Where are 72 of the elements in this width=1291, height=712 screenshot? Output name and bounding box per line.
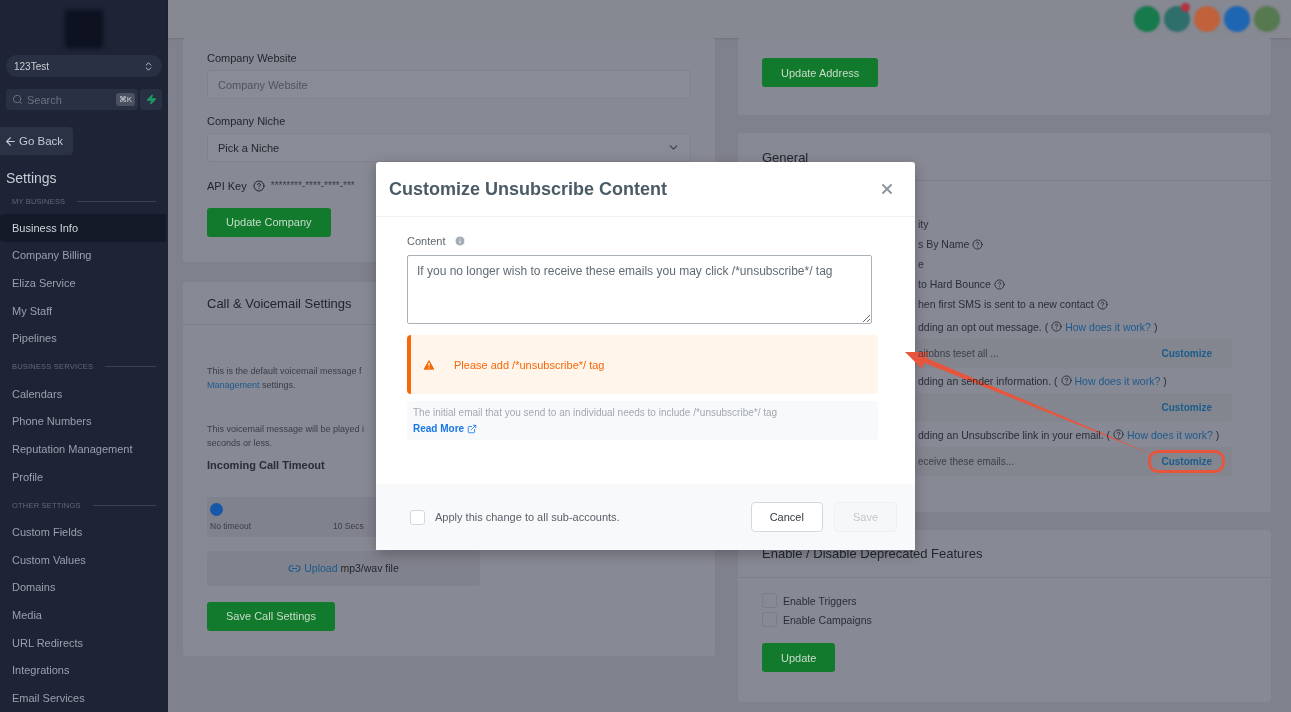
upload-text: Upload mp3/wav file <box>304 562 399 575</box>
niche-select[interactable]: Pick a Niche <box>207 133 691 162</box>
sidebar-item[interactable]: Eliza Service <box>0 269 166 297</box>
avatar[interactable] <box>1134 6 1160 32</box>
option-text: ) <box>1215 428 1220 441</box>
account-switcher[interactable]: 123Test <box>6 55 162 77</box>
info-icon <box>453 235 466 247</box>
sidebar-title: Settings <box>6 170 58 186</box>
checkbox-label: Enable Campaigns <box>783 613 872 626</box>
slider-mark: 10 Secs <box>333 520 365 531</box>
sidebar-item[interactable]: Custom Values <box>0 545 166 574</box>
close-icon[interactable] <box>879 181 895 197</box>
avatar[interactable] <box>1164 6 1190 32</box>
avatar[interactable] <box>1254 6 1280 32</box>
update-button[interactable]: Update <box>762 643 836 672</box>
read-more-link[interactable]: Read More <box>413 423 478 434</box>
option-text: e <box>918 258 924 270</box>
external-link-icon <box>467 423 478 434</box>
sidebar-item[interactable]: My Staff <box>0 296 166 325</box>
field-label: API Key <box>207 179 247 192</box>
option-text: dding an opt out message. ( <box>918 320 1049 333</box>
api-key-value: ********-****-****-*** <box>270 179 355 193</box>
option-text: ) <box>1163 374 1167 387</box>
voicemail-note: This is the default voicemail message f Management settings. <box>207 365 362 392</box>
warning-text: Please add /*unsubscribe*/ tag <box>454 358 605 371</box>
sidebar-item[interactable]: Phone Numbers <box>0 407 166 436</box>
sidebar-item[interactable]: Email Services <box>0 683 166 712</box>
lightning-icon <box>145 94 157 105</box>
field-label: Content <box>407 235 446 247</box>
chevron-icon <box>143 60 154 72</box>
field-label: Company Website <box>207 52 298 64</box>
avatar[interactable] <box>1224 6 1250 32</box>
cancel-button[interactable]: Cancel <box>750 502 823 532</box>
field-label: Incoming Call Timeout <box>207 458 326 471</box>
avatar[interactable] <box>1194 6 1220 32</box>
slider-mark: No timeout <box>210 520 253 531</box>
update-address-button[interactable]: Update Address <box>762 58 879 87</box>
warning-icon <box>422 357 436 372</box>
option-text: ) <box>1153 320 1158 333</box>
sidebar-item[interactable]: Media <box>0 601 166 629</box>
dialog-title: Customize Unsubscribe Content <box>389 178 668 200</box>
sidebar-item[interactable]: Pipelines <box>0 324 166 352</box>
upload-area[interactable]: Upload mp3/wav file <box>207 550 480 586</box>
sidebar-item[interactable]: Custom Fields <box>0 518 166 546</box>
slider-thumb[interactable] <box>210 502 223 516</box>
save-call-settings-button[interactable]: Save Call Settings <box>207 601 335 631</box>
card-title: General <box>762 150 809 165</box>
sidebar-item[interactable]: Company Billing <box>0 241 166 270</box>
shortcut-key: ⌘K <box>115 93 135 106</box>
content-field[interactable]: If you no longer wish to receive these emails you may click /*unsubscribe*/ tag <box>407 255 872 324</box>
field-label: Company Niche <box>207 115 287 127</box>
checkbox-label: Enable Triggers <box>783 594 857 607</box>
sidebar-item[interactable]: Business Info <box>0 214 166 242</box>
sidebar-item[interactable]: URL Redirects <box>0 628 166 657</box>
search-field[interactable]: Search ⌘K <box>6 89 138 110</box>
sidebar-item[interactable]: Integrations <box>0 656 166 684</box>
update-company-button[interactable]: Update Company <box>207 207 331 237</box>
option-text: s By Name <box>918 238 970 250</box>
sidebar-item[interactable]: Domains <box>0 573 166 602</box>
card-title: Call & Voicemail Settings <box>207 295 352 311</box>
option-text: ity <box>918 218 929 230</box>
sidebar-item[interactable]: Calendars <box>0 379 166 408</box>
option-text: hen first SMS is sent to a new contact <box>918 298 1094 310</box>
option-text: to Hard Bounce <box>918 278 991 290</box>
go-back-button[interactable]: Go Back <box>0 127 73 155</box>
lightning-button[interactable] <box>140 89 162 110</box>
sidebar-item[interactable]: Profile <box>0 462 166 491</box>
help-icon <box>252 179 265 192</box>
search-icon <box>12 94 23 105</box>
option-text: dding an Unsubscribe link in your email. ( <box>918 428 1110 441</box>
arrow-left-icon <box>4 134 17 148</box>
sidebar-item[interactable]: Reputation Management <box>0 435 166 463</box>
